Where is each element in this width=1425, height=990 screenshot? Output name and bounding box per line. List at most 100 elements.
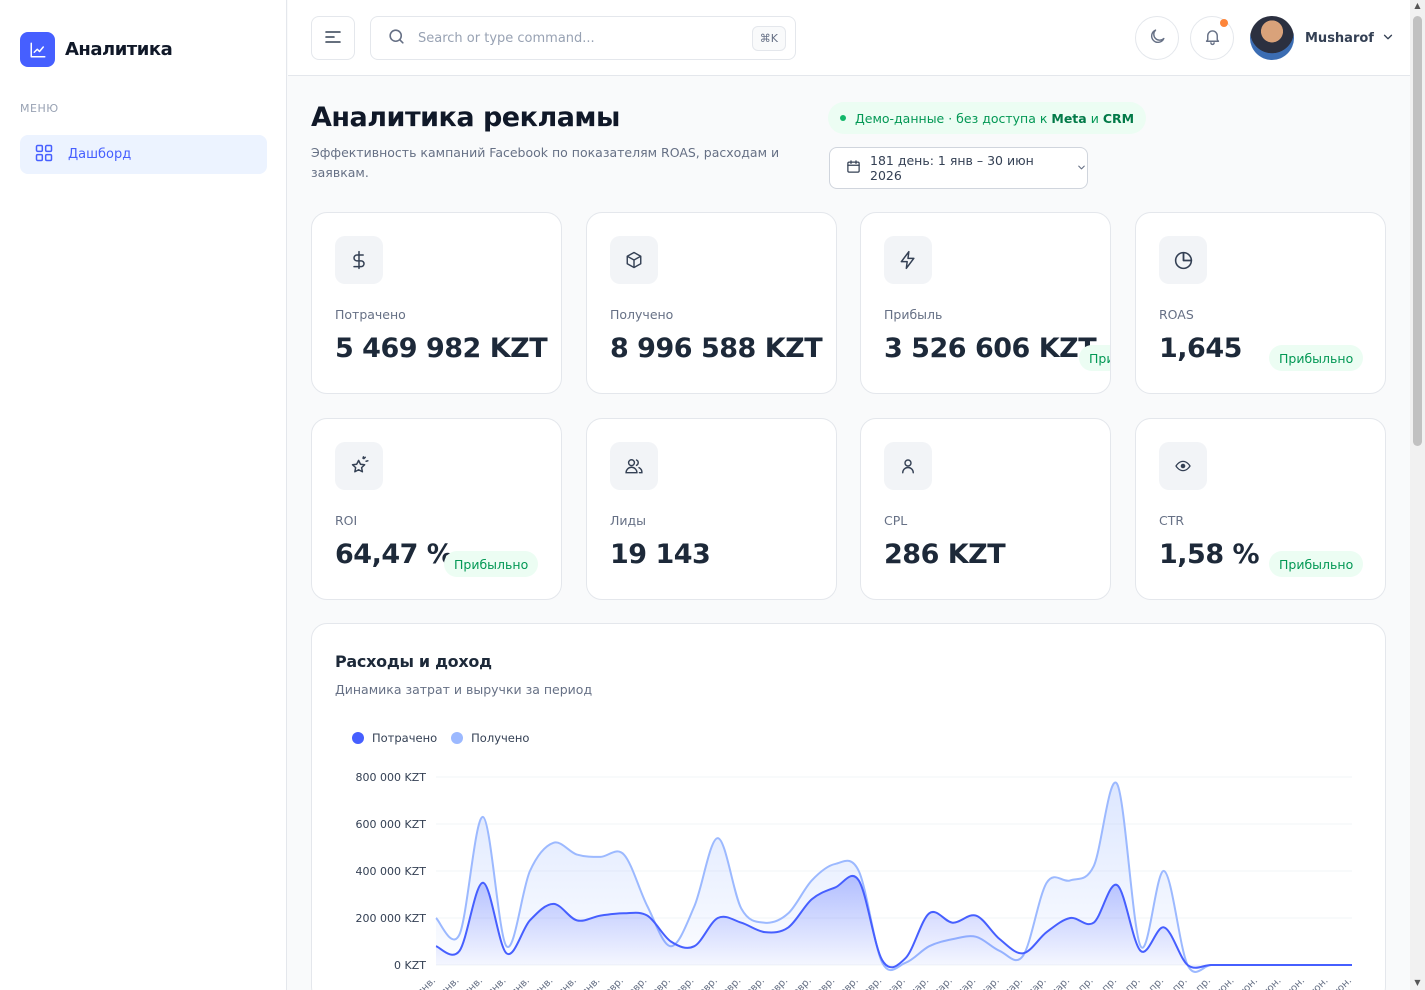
- page-subtitle: Эффективность кампаний Facebook по показ…: [311, 145, 780, 180]
- x-tick-label: мар.: [1025, 975, 1049, 990]
- app-logo[interactable]: Аналитика: [20, 32, 173, 67]
- scroll-down-icon[interactable]: ▼: [1413, 979, 1422, 987]
- demo-note-prefix: Демо-данные · без доступа к: [855, 110, 1048, 126]
- x-tick-label: янв.: [509, 975, 532, 990]
- x-tick-label: янв.: [556, 975, 579, 990]
- metric-value: 8 996 588 KZT: [610, 333, 823, 364]
- search-box[interactable]: ⌘K: [370, 16, 796, 60]
- x-tick-label: апр.: [1072, 975, 1095, 990]
- search-icon: [387, 27, 406, 50]
- metric-value: 286 KZT: [884, 539, 1006, 570]
- metric-card-roi: ROI 64,47 % Прибыльно: [311, 418, 562, 600]
- chart-series: [435, 781, 1352, 973]
- x-tick-label: апр.: [1119, 975, 1142, 990]
- x-tick-label: июн.: [1258, 975, 1283, 990]
- metric-card-spent: Потрачено 5 469 982 KZT: [311, 212, 562, 394]
- metric-value: 1,58 %: [1159, 539, 1260, 570]
- box-icon: [610, 236, 658, 284]
- area-chart: 0 KZT 200 000 KZT 400 000 KZT 600 000 KZT 80…: [356, 771, 1355, 990]
- legend-item-spent[interactable]: Потрачено: [352, 731, 437, 745]
- chevron-down-icon: [1381, 29, 1395, 48]
- x-tick-label: мар.: [1001, 975, 1025, 990]
- chart-line-icon: [20, 32, 55, 67]
- user-name: Musharof: [1305, 30, 1374, 46]
- notification-dot: [1220, 19, 1228, 27]
- x-tick-label: мар.: [1048, 975, 1072, 990]
- x-tick-label: янв.: [415, 975, 438, 990]
- x-tick-label: июн.: [1305, 975, 1330, 990]
- x-tick-label: мар.: [884, 975, 908, 990]
- y-axis-ticks: 0 KZT 200 000 KZT 400 000 KZT 600 000 KZT 80…: [356, 771, 427, 972]
- demo-note-crm: CRM: [1102, 110, 1135, 126]
- moon-icon: [1148, 27, 1167, 50]
- scroll-thumb[interactable]: [1413, 16, 1422, 446]
- sidebar-item-dashboard[interactable]: Дашборд: [20, 135, 267, 174]
- x-tick-label: апр.: [1166, 975, 1189, 990]
- metric-value: 5 469 982 KZT: [335, 333, 548, 364]
- scroll-up-icon[interactable]: ▲: [1413, 2, 1422, 10]
- sidebar-toggle-button[interactable]: [311, 16, 355, 60]
- date-range-picker[interactable]: 181 день: 1 янв – 30 июн 2026: [829, 147, 1088, 189]
- y-tick-label: 200 000 KZT: [356, 912, 427, 925]
- metric-card-roas: ROAS 1,645 Прибыльно: [1135, 212, 1386, 394]
- bell-icon: [1203, 27, 1222, 50]
- status-badge: Прибыльно: [1079, 345, 1110, 371]
- status-badge: Прибыльно: [444, 551, 539, 577]
- y-tick-label: 800 000 KZT: [356, 771, 427, 784]
- metric-card-profit: Прибыль 3 526 606 KZT Прибыльно: [860, 212, 1111, 394]
- avatar: [1250, 16, 1294, 60]
- metric-label: Лиды: [610, 513, 647, 528]
- pie-icon: [1159, 236, 1207, 284]
- y-tick-label: 0 KZT: [394, 959, 426, 972]
- x-tick-label: апр.: [1096, 975, 1119, 990]
- metric-value: 19 143: [610, 539, 711, 570]
- metric-label: ROI: [335, 513, 358, 528]
- demo-note-and: и: [1090, 110, 1099, 126]
- chart-legend: Потрачено Получено: [352, 731, 543, 745]
- user-icon: [884, 442, 932, 490]
- notifications-button[interactable]: [1190, 16, 1234, 60]
- x-tick-label: мар.: [954, 975, 978, 990]
- status-badge: Прибыльно: [1269, 551, 1364, 577]
- metric-value: 3 526 606 KZT: [884, 333, 1097, 364]
- search-input[interactable]: [418, 30, 738, 46]
- metric-card-leads: Лиды 19 143: [586, 418, 837, 600]
- metric-label: Получено: [610, 307, 674, 322]
- menu-section-label: МЕНЮ: [20, 102, 59, 115]
- demo-data-badge: Демо-данные · без доступа к Meta и CRM: [828, 102, 1147, 134]
- demo-note-meta: Meta: [1051, 110, 1087, 126]
- user-menu[interactable]: Musharof: [1250, 16, 1395, 60]
- spend-revenue-chart-card: Расходы и доход Динамика затрат и выручк…: [311, 623, 1386, 990]
- users-icon: [610, 442, 658, 490]
- metric-card-ctr: CTR 1,58 % Прибыльно: [1135, 418, 1386, 600]
- x-tick-label: янв.: [486, 975, 509, 990]
- grid-icon: [34, 143, 54, 167]
- x-tick-label: мар.: [931, 975, 955, 990]
- legend-label: Получено: [471, 731, 530, 745]
- y-tick-label: 400 000 KZT: [356, 865, 427, 878]
- calendar-icon: [846, 159, 861, 177]
- date-range-label: 181 день: 1 янв – 30 июн 2026: [870, 153, 1034, 183]
- sidebar: Аналитика МЕНЮ Дашборд: [0, 0, 287, 990]
- bolt-icon: [884, 236, 932, 284]
- chart-title: Расходы и доход: [335, 652, 492, 671]
- page-scrollbar[interactable]: ▲ ▼: [1410, 0, 1425, 990]
- x-tick-label: янв.: [579, 975, 602, 990]
- theme-toggle-button[interactable]: [1135, 16, 1179, 60]
- metric-label: Прибыль: [884, 307, 943, 322]
- x-tick-label: июн.: [1282, 975, 1307, 990]
- metric-label: Потрачено: [335, 307, 406, 322]
- page-title: Аналитика рекламы: [311, 102, 620, 133]
- y-tick-label: 600 000 KZT: [356, 818, 427, 831]
- metric-label: CTR: [1159, 513, 1185, 528]
- metric-label: CPL: [884, 513, 908, 528]
- legend-item-received[interactable]: Получено: [451, 731, 529, 745]
- x-tick-label: янв.: [532, 975, 555, 990]
- star-icon: [335, 442, 383, 490]
- status-badge: Прибыльно: [1269, 345, 1364, 371]
- metric-card-cpl: CPL 286 KZT: [860, 418, 1111, 600]
- x-tick-label: июн.: [1329, 975, 1354, 990]
- chart-subtitle: Динамика затрат и выручки за период: [335, 682, 593, 697]
- x-tick-label: мар.: [907, 975, 931, 990]
- x-tick-label: янв.: [439, 975, 462, 990]
